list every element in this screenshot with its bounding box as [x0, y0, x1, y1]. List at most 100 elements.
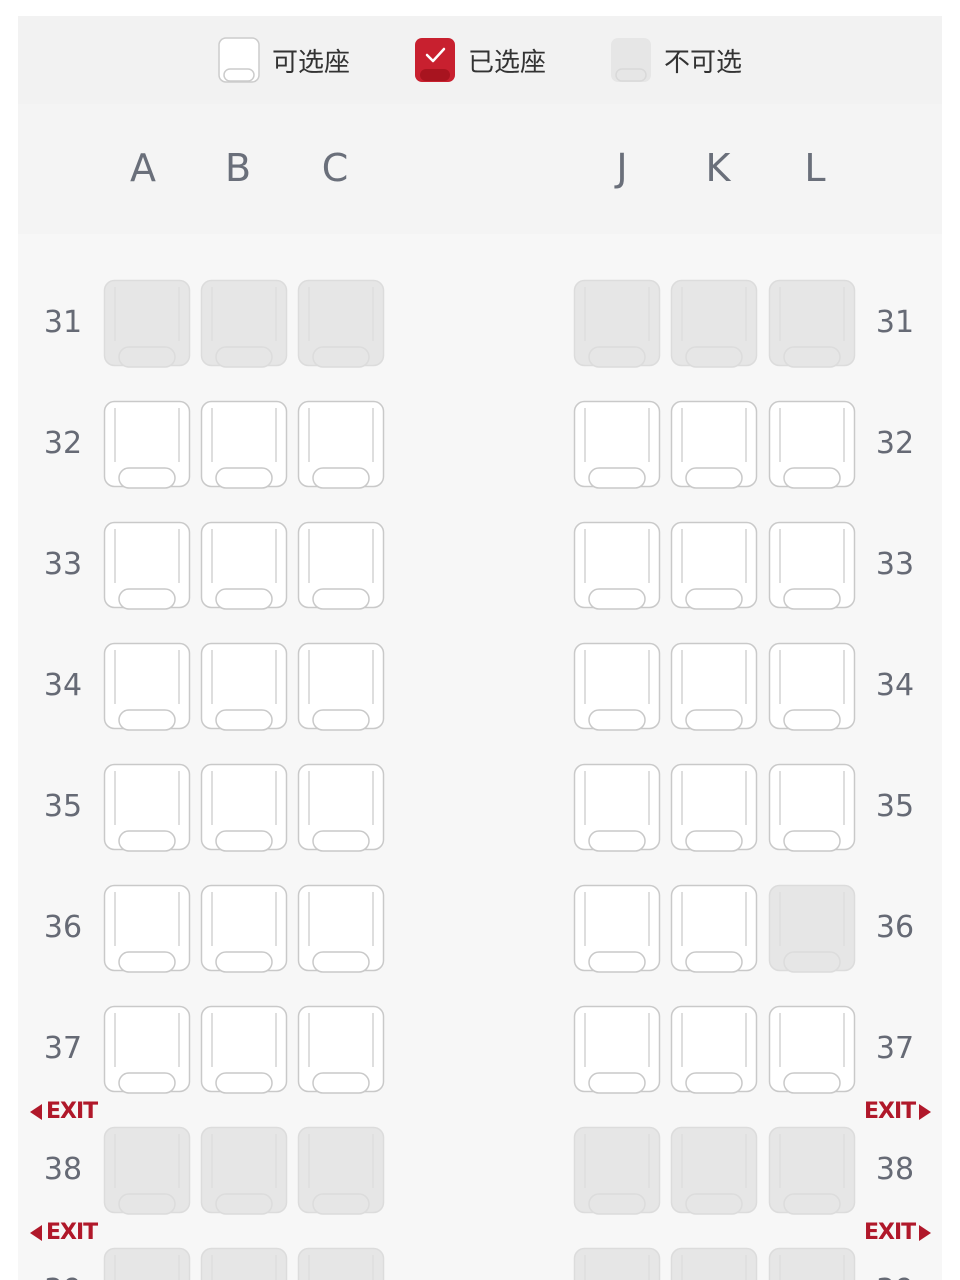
legend-selected-label: 已选座	[468, 47, 547, 78]
column-label-c: C	[321, 146, 349, 190]
row-number-right: 38	[875, 1152, 915, 1187]
row-number-left: 31	[43, 305, 83, 340]
seat-38a	[103, 1126, 191, 1216]
seat-38c	[297, 1126, 385, 1216]
column-header: A B C J K L	[18, 104, 942, 234]
seat-32a[interactable]	[103, 400, 191, 490]
exit-marker-left: EXIT	[30, 1220, 98, 1245]
legend-available: 可选座	[218, 36, 350, 84]
seat-34c[interactable]	[297, 642, 385, 732]
seat-33a[interactable]	[103, 521, 191, 611]
seat-map-app: 可选座 已选座 不可选 A B C J K L 31 31 32 32 33 33 34 34…	[18, 16, 942, 1280]
seat-34l[interactable]	[768, 642, 856, 732]
seat-37b[interactable]	[200, 1005, 288, 1095]
exit-label: EXIT	[46, 1099, 98, 1124]
column-label-k: K	[705, 146, 731, 190]
column-label-l: L	[804, 146, 826, 190]
exit-label: EXIT	[864, 1220, 916, 1245]
row-number-left: 32	[43, 426, 83, 461]
seat-grid: 31 31 32 32 33 33 34 34 35 35 36 36 37 37 EXIT EXIT 38 38…	[18, 234, 942, 1280]
seat-39a	[103, 1247, 191, 1280]
legend-selected: 已选座	[414, 36, 546, 84]
seat-36c[interactable]	[297, 884, 385, 974]
seat-38j	[573, 1126, 661, 1216]
seat-37j[interactable]	[573, 1005, 661, 1095]
seat-31j	[573, 279, 661, 369]
seat-39b	[200, 1247, 288, 1280]
seat-36l	[768, 884, 856, 974]
row-number-left: 35	[43, 789, 83, 824]
seat-35b[interactable]	[200, 763, 288, 853]
available-seat-icon	[218, 37, 260, 83]
row-number-left: 33	[43, 547, 83, 582]
seat-37l[interactable]	[768, 1005, 856, 1095]
row-number-right: 32	[875, 426, 915, 461]
seat-33l[interactable]	[768, 521, 856, 611]
row-number-right: 37	[875, 1031, 915, 1066]
exit-marker-right: EXIT	[864, 1220, 932, 1245]
seat-35k[interactable]	[670, 763, 758, 853]
seat-36b[interactable]	[200, 884, 288, 974]
seat-31b	[200, 279, 288, 369]
legend-unavailable-label: 不可选	[664, 47, 743, 78]
row-number-right: 34	[875, 668, 915, 703]
row-number-left: 37	[43, 1031, 83, 1066]
seat-31l	[768, 279, 856, 369]
seat-32l[interactable]	[768, 400, 856, 490]
exit-marker-left: EXIT	[30, 1099, 98, 1124]
seat-37a[interactable]	[103, 1005, 191, 1095]
seat-33c[interactable]	[297, 521, 385, 611]
column-label-a: A	[130, 146, 156, 190]
seat-31a	[103, 279, 191, 369]
seat-38b	[200, 1126, 288, 1216]
row-number-right: 36	[875, 910, 915, 945]
seat-33k[interactable]	[670, 521, 758, 611]
row-number-right: 35	[875, 789, 915, 824]
seat-32k[interactable]	[670, 400, 758, 490]
seat-32c[interactable]	[297, 400, 385, 490]
row-number-left: 39	[28, 1273, 98, 1280]
seat-35l[interactable]	[768, 763, 856, 853]
seat-32j[interactable]	[573, 400, 661, 490]
seat-legend: 可选座 已选座 不可选	[18, 16, 942, 104]
seat-36a[interactable]	[103, 884, 191, 974]
exit-arrow-right-icon	[919, 1103, 932, 1120]
seat-39j	[573, 1247, 661, 1280]
exit-label: EXIT	[46, 1220, 98, 1245]
seat-31c	[297, 279, 385, 369]
exit-arrow-left-icon	[30, 1103, 42, 1120]
legend-available-label: 可选座	[272, 47, 351, 78]
row-number-left: 38	[43, 1152, 83, 1187]
seat-31k	[670, 279, 758, 369]
seat-39c	[297, 1247, 385, 1280]
seat-35a[interactable]	[103, 763, 191, 853]
row-number-right: 33	[875, 547, 915, 582]
unavailable-seat-icon	[610, 37, 652, 83]
row-number-left: 36	[43, 910, 83, 945]
seat-33j[interactable]	[573, 521, 661, 611]
seat-34b[interactable]	[200, 642, 288, 732]
legend-unavailable: 不可选	[610, 36, 742, 84]
seat-35c[interactable]	[297, 763, 385, 853]
column-label-j: J	[616, 146, 628, 190]
row-number-right: 39	[860, 1273, 930, 1280]
exit-arrow-right-icon	[919, 1224, 932, 1241]
seat-34a[interactable]	[103, 642, 191, 732]
column-label-b: B	[224, 146, 252, 190]
seat-37c[interactable]	[297, 1005, 385, 1095]
exit-label: EXIT	[864, 1099, 916, 1124]
selected-seat-icon	[414, 37, 456, 83]
seat-33b[interactable]	[200, 521, 288, 611]
seat-39k	[670, 1247, 758, 1280]
exit-marker-right: EXIT	[864, 1099, 932, 1124]
row-number-right: 31	[875, 305, 915, 340]
seat-34j[interactable]	[573, 642, 661, 732]
seat-34k[interactable]	[670, 642, 758, 732]
seat-36k[interactable]	[670, 884, 758, 974]
seat-38k	[670, 1126, 758, 1216]
seat-36j[interactable]	[573, 884, 661, 974]
row-number-left: 34	[43, 668, 83, 703]
seat-35j[interactable]	[573, 763, 661, 853]
seat-37k[interactable]	[670, 1005, 758, 1095]
seat-32b[interactable]	[200, 400, 288, 490]
